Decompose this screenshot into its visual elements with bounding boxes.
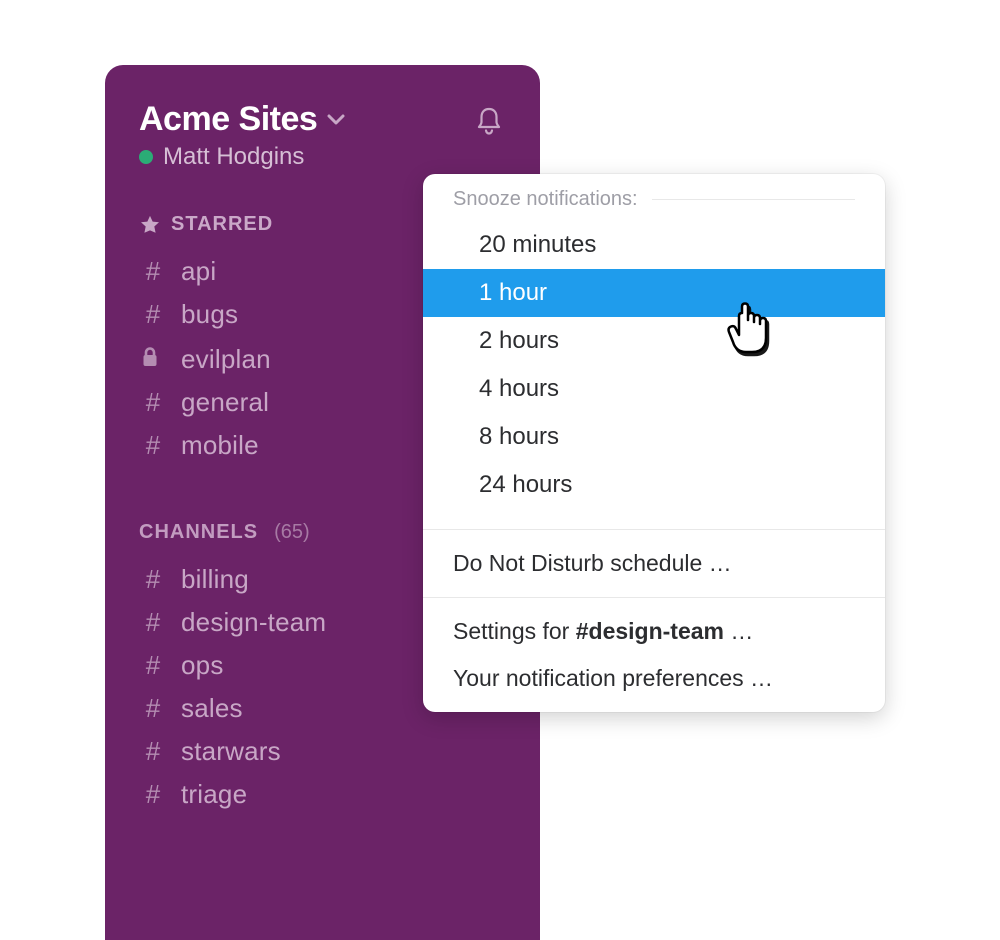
notifications-bell-button[interactable] — [472, 106, 506, 140]
dnd-schedule-label: Do Not Disturb schedule … — [453, 550, 732, 576]
channel-name: bugs — [181, 299, 238, 330]
presence-indicator-icon — [139, 150, 153, 164]
hash-icon: # — [141, 389, 165, 415]
channel-name: sales — [181, 693, 243, 724]
snooze-option[interactable]: 20 minutes — [423, 221, 885, 269]
snooze-option[interactable]: 1 hour — [423, 269, 885, 317]
channel-name: mobile — [181, 430, 259, 461]
snooze-heading: Snooze notifications: — [453, 188, 638, 211]
hash-icon: # — [141, 652, 165, 678]
snooze-option[interactable]: 4 hours — [423, 365, 885, 413]
divider-icon — [652, 199, 855, 200]
channel-triage[interactable]: # triage — [139, 773, 506, 816]
hash-icon: # — [141, 258, 165, 284]
channel-name: triage — [181, 779, 247, 810]
dnd-schedule-row[interactable]: Do Not Disturb schedule … — [423, 532, 885, 595]
channel-settings-suffix: … — [724, 618, 753, 644]
channel-name: design-team — [181, 607, 326, 638]
snooze-options-list: 20 minutes1 hour2 hours4 hours8 hours24 … — [423, 221, 885, 509]
notification-preferences-label: Your notification preferences … — [453, 665, 773, 691]
starred-section-label: STARRED — [171, 213, 273, 236]
snooze-option[interactable]: 24 hours — [423, 461, 885, 509]
notifications-popover: Snooze notifications: 20 minutes1 hour2 … — [423, 174, 885, 712]
channels-section-label: CHANNELS — [139, 521, 258, 544]
channel-starwars[interactable]: # starwars — [139, 730, 506, 773]
chevron-down-icon — [327, 113, 345, 127]
bell-icon — [475, 106, 503, 141]
star-icon — [139, 214, 161, 236]
hash-icon: # — [141, 738, 165, 764]
hash-icon: # — [141, 781, 165, 807]
channel-settings-row[interactable]: Settings for #design-team … — [423, 600, 885, 655]
workspace-switcher[interactable]: Acme Sites — [139, 100, 345, 139]
hash-icon: # — [141, 566, 165, 592]
channels-count: (65) — [274, 521, 310, 544]
channel-settings-channel: #design-team — [576, 618, 724, 644]
divider-icon — [423, 529, 885, 530]
current-user-name: Matt Hodgins — [163, 143, 304, 171]
channel-name: api — [181, 256, 216, 287]
hash-icon: # — [141, 609, 165, 635]
workspace-header: Acme Sites Matt Hodgins — [105, 65, 540, 181]
notification-preferences-row[interactable]: Your notification preferences … — [423, 655, 885, 712]
channel-name: evilplan — [181, 344, 271, 375]
hash-icon: # — [141, 432, 165, 458]
channel-name: billing — [181, 564, 249, 595]
lock-icon — [141, 342, 165, 368]
channel-settings-prefix: Settings for — [453, 618, 576, 644]
current-user[interactable]: Matt Hodgins — [139, 143, 345, 171]
workspace-name: Acme Sites — [139, 100, 317, 139]
hash-icon: # — [141, 695, 165, 721]
channel-name: starwars — [181, 736, 281, 767]
channel-name: general — [181, 387, 269, 418]
divider-icon — [423, 597, 885, 598]
channel-name: ops — [181, 650, 224, 681]
hash-icon: # — [141, 301, 165, 327]
snooze-option[interactable]: 8 hours — [423, 413, 885, 461]
snooze-option[interactable]: 2 hours — [423, 317, 885, 365]
